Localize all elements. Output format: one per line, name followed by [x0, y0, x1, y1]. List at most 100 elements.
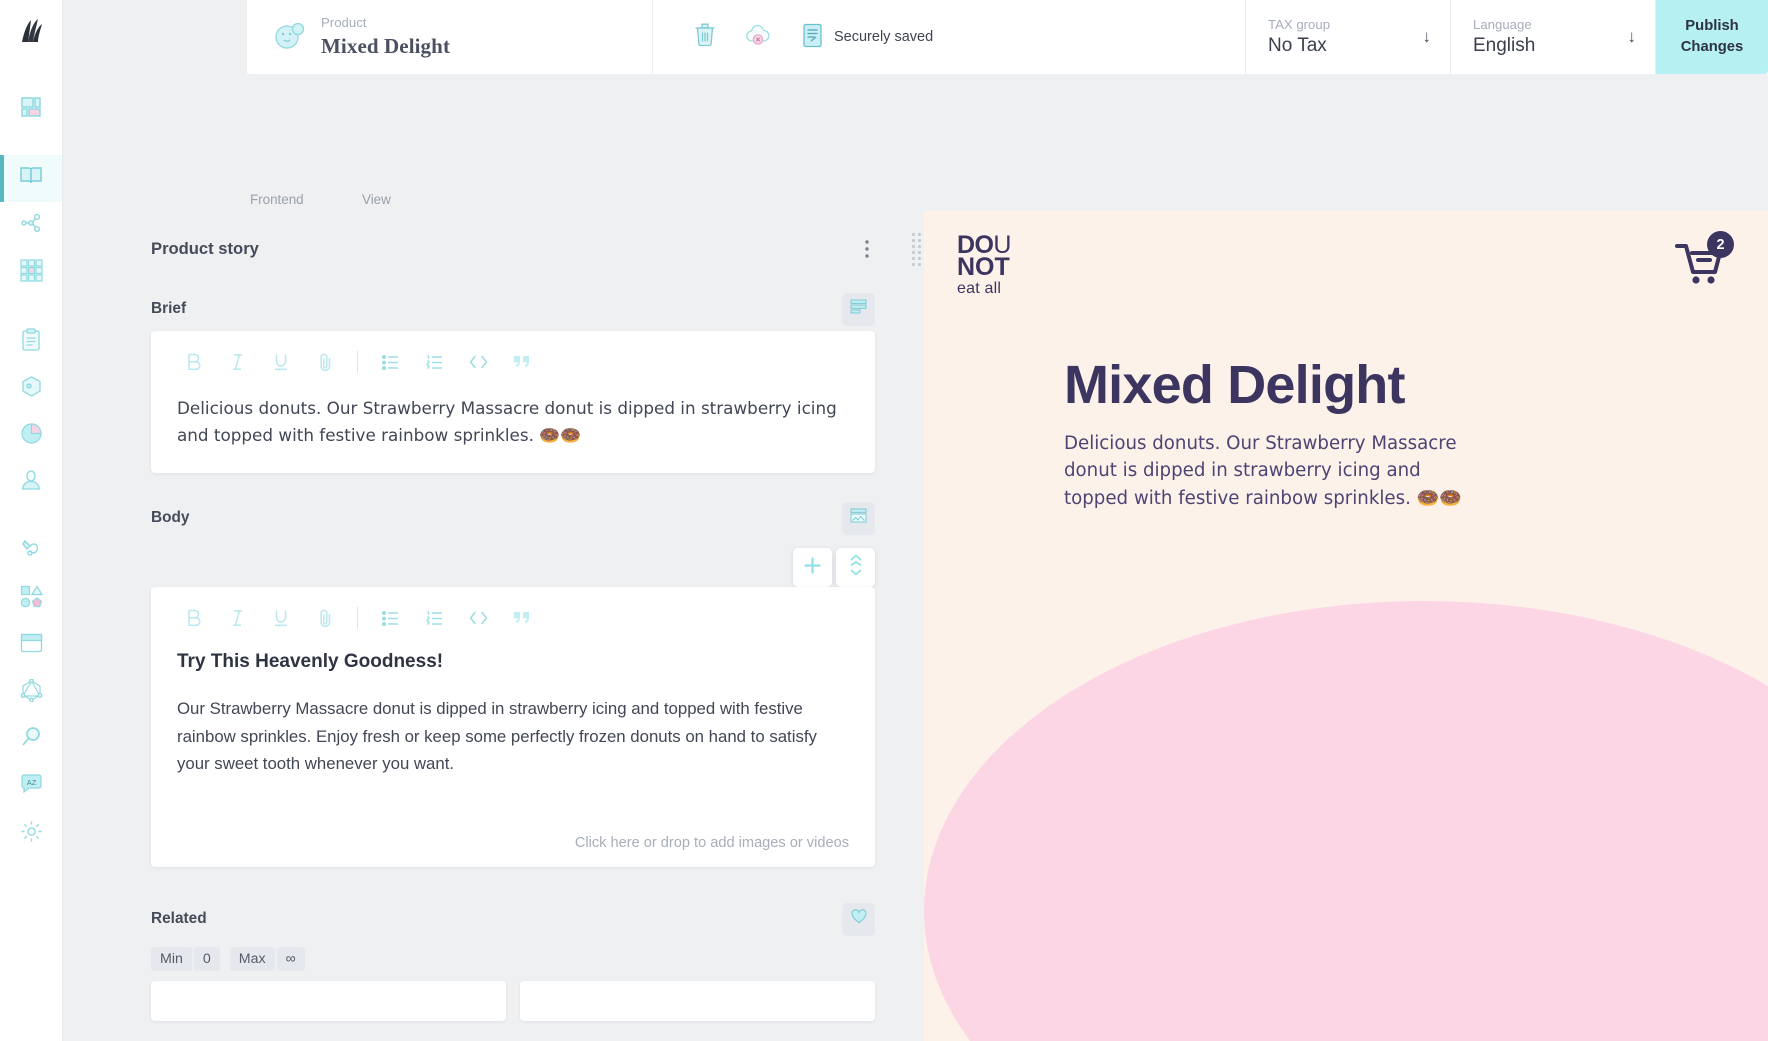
related-field: Related Min 0 Max ∞ [63, 897, 908, 1022]
underline-icon [275, 354, 287, 371]
brief-editor-content[interactable]: Delicious donuts. Our Strawberry Massacr… [151, 387, 875, 467]
book-icon [19, 165, 43, 192]
code-button[interactable] [456, 601, 500, 635]
shopping-cart-icon [1674, 244, 1730, 293]
body-layout-button[interactable] [842, 501, 875, 535]
translate-icon: A​Z [20, 773, 43, 800]
save-status-label: Securely saved [834, 29, 934, 45]
cloud-remove-icon [745, 24, 772, 51]
quote-button[interactable] [500, 345, 544, 379]
save-status: Securely saved [802, 23, 933, 52]
related-label: Related [151, 910, 207, 928]
bold-button[interactable] [171, 601, 215, 635]
sidebar-item-graphql[interactable] [0, 669, 62, 716]
sidebar-item-webhooks[interactable] [0, 528, 62, 575]
body-rich-text-editor[interactable]: Try This Heavenly Goodness! Our Strawber… [151, 587, 875, 868]
underline-icon [275, 610, 287, 627]
sidebar-item-drawer[interactable] [0, 622, 62, 669]
top-header: Product Mixed Delight Securely saved TAX… [63, 0, 1768, 74]
delete-button[interactable] [695, 23, 715, 51]
related-max-value[interactable]: ∞ [276, 947, 305, 972]
bulleted-list-button[interactable] [368, 601, 412, 635]
brief-paragraph: Delicious donuts. Our Strawberry Massacr… [177, 398, 837, 446]
sidebar-item-translate[interactable]: A​Z [0, 763, 62, 810]
cart-count-badge: 2 [1707, 231, 1734, 258]
body-label: Body [151, 509, 190, 527]
unpublish-cloud-button[interactable] [745, 24, 772, 51]
panel-options-button[interactable] [859, 234, 875, 264]
language-select[interactable]: Language English ↓ [1451, 0, 1656, 74]
quote-button[interactable] [500, 601, 544, 635]
logo-line-2: NOT [957, 253, 1010, 281]
decorative-pink-blob [924, 601, 1768, 1041]
reorder-block-button[interactable] [836, 548, 875, 588]
store-logo[interactable]: DOU NOT eat all [957, 233, 1011, 297]
sidebar-item-analytics[interactable] [0, 412, 62, 459]
top-header-card: Product Mixed Delight Securely saved TAX… [247, 0, 1768, 74]
related-min-value[interactable]: 0 [193, 947, 220, 972]
numbered-list-button[interactable] [412, 601, 456, 635]
underline-button[interactable] [259, 601, 303, 635]
related-item-card[interactable] [151, 981, 506, 1022]
bold-button[interactable] [171, 345, 215, 379]
user-icon [20, 469, 42, 496]
underline-button[interactable] [259, 345, 303, 379]
quote-icon [514, 356, 530, 367]
rows-layout-icon [850, 299, 867, 319]
related-favorite-button[interactable] [842, 902, 875, 936]
sidebar-item-content[interactable] [0, 155, 62, 202]
brief-layout-button[interactable] [842, 292, 875, 326]
box-icon [20, 375, 43, 403]
italic-button[interactable] [215, 601, 259, 635]
body-floating-actions [793, 548, 875, 588]
heart-icon [850, 909, 867, 929]
dashboard-icon [20, 96, 42, 123]
product-avatar-icon [273, 19, 307, 56]
add-block-button[interactable] [793, 548, 832, 588]
related-item-card[interactable] [520, 981, 875, 1022]
bulleted-list-icon [381, 354, 398, 370]
italic-button[interactable] [215, 345, 259, 379]
numbered-list-button[interactable] [412, 345, 456, 379]
sidebar-item-models[interactable] [0, 249, 62, 296]
brief-rich-text-editor[interactable]: Delicious donuts. Our Strawberry Massacr… [151, 331, 875, 474]
sidebar-item-shapes[interactable] [0, 575, 62, 622]
editor-panel-header: Product story [63, 211, 908, 287]
tax-group-select[interactable]: TAX group No Tax ↓ [1246, 0, 1451, 74]
brief-editor-toolbar [151, 331, 875, 387]
preview-panel: DOU NOT eat all 2 Mixed Delight Deliciou… [924, 211, 1768, 1041]
product-identity-text: Product Mixed Delight [321, 15, 450, 59]
media-layout-icon [850, 508, 867, 528]
sidebar-item-customers[interactable] [0, 459, 62, 506]
toolbar-divider [357, 607, 358, 630]
tax-group-value: No Tax [1268, 35, 1327, 56]
sidebar-item-settings[interactable] [0, 810, 62, 857]
sidebar-item-dashboard[interactable] [0, 86, 62, 133]
bold-icon [187, 353, 201, 371]
sidebar-item-orders[interactable] [0, 318, 62, 365]
attach-link-button[interactable] [303, 345, 347, 379]
more-vertical-icon [865, 240, 869, 258]
app-logo[interactable] [0, 0, 62, 64]
cart-button[interactable]: 2 [1674, 231, 1734, 294]
chevron-down-icon: ↓ [1422, 27, 1432, 46]
brief-label: Brief [151, 300, 187, 317]
sidebar-item-search[interactable] [0, 716, 62, 763]
product-kicker: Product [321, 15, 367, 31]
sidebar-item-relations[interactable] [0, 202, 62, 249]
publish-changes-button[interactable]: Publish Changes [1656, 0, 1768, 74]
brief-field-header: Brief [151, 287, 875, 331]
media-drop-hint[interactable]: Click here or drop to add images or vide… [151, 835, 875, 861]
chevron-down-icon: ↓ [1627, 27, 1637, 46]
sidebar-item-products[interactable] [0, 365, 62, 412]
attach-link-button[interactable] [303, 601, 347, 635]
publish-line-1: Publish [1685, 18, 1739, 35]
code-button[interactable] [456, 345, 500, 379]
numbered-list-icon [425, 611, 442, 625]
trash-icon [695, 23, 715, 51]
bulleted-list-button[interactable] [368, 345, 412, 379]
bulleted-list-icon [381, 610, 398, 626]
body-editor-content[interactable]: Try This Heavenly Goodness! Our Strawber… [151, 643, 875, 795]
panel-resize-handle[interactable] [908, 211, 924, 1041]
publish-button-text: Publish Changes [1681, 16, 1744, 57]
